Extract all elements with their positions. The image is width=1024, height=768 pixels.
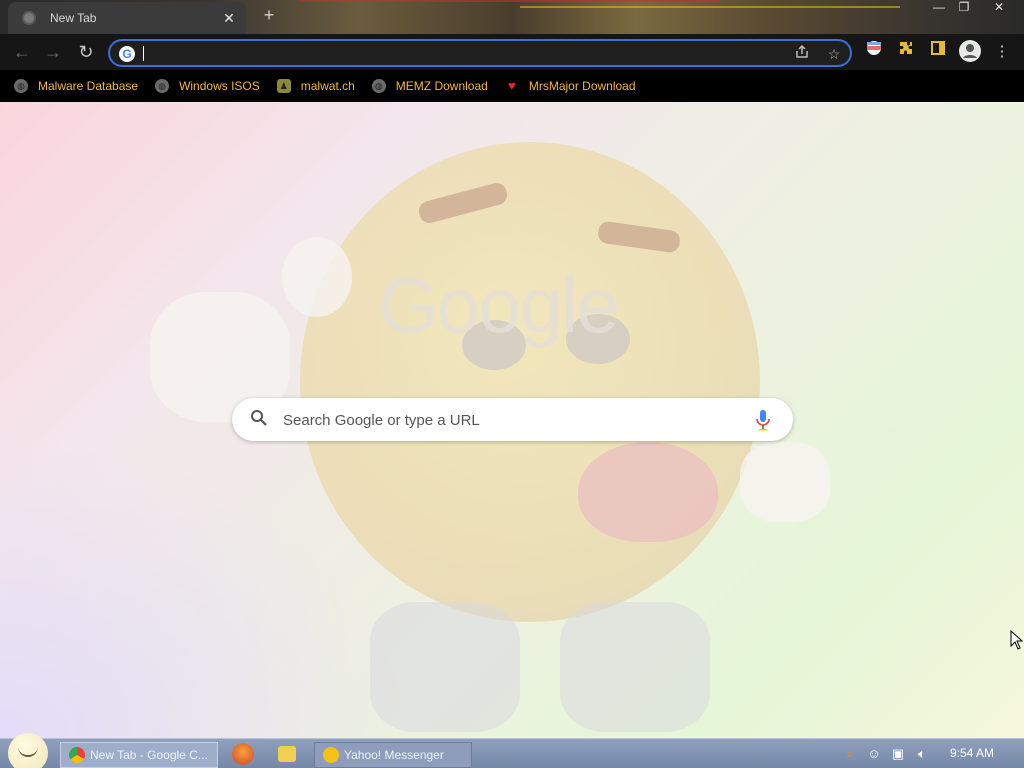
side-panel-icon[interactable] (926, 40, 950, 64)
network-icon[interactable]: ▣ (890, 746, 906, 762)
microphone-icon[interactable] (756, 409, 770, 431)
address-bar[interactable]: G ☆ (108, 39, 852, 67)
bookmark-windows-isos[interactable]: ◍ Windows ISOS (155, 79, 260, 93)
background-hand (740, 442, 830, 522)
search-icon (251, 410, 267, 426)
google-g-icon: G (119, 46, 135, 62)
taskbar-item-label: New Tab - Google C... (90, 748, 208, 762)
tab-new-tab[interactable]: New Tab ✕ (8, 2, 246, 34)
bookmark-mrsmajor-download[interactable]: ♥ MrsMajor Download (505, 78, 636, 94)
new-tab-button[interactable]: + (258, 5, 280, 26)
background-shoe (370, 602, 520, 732)
forward-button[interactable]: → (41, 40, 65, 64)
search-input[interactable] (283, 409, 743, 431)
taskbar-item-label: Yahoo! Messenger (344, 748, 444, 762)
taskbar: New Tab - Google C... Yahoo! Messenger ⌕… (0, 733, 1024, 768)
bookmark-label: MrsMajor Download (528, 79, 636, 93)
back-button[interactable]: ← (10, 40, 34, 64)
google-logo: Google (378, 261, 620, 349)
globe-icon: ◍ (155, 79, 170, 93)
chrome-tab-icon (22, 11, 36, 25)
reload-button[interactable]: ↻ (74, 40, 98, 64)
smiley-face-icon (18, 747, 38, 757)
yahoo-smiley-icon (323, 747, 339, 763)
volume-icon[interactable]: 🔈︎ (914, 746, 930, 762)
messenger-icon[interactable]: ☺ (866, 746, 882, 762)
system-tray: ⌕ ☺ ▣ 🔈︎ (838, 739, 1024, 768)
minimize-button[interactable]: — (928, 0, 950, 16)
bookmark-memz-download[interactable]: ◍ MEMZ Download (371, 79, 488, 93)
extensions-icon[interactable] (894, 40, 918, 64)
background-tongue (578, 442, 718, 542)
bookmark-label: Malware Database (38, 79, 139, 93)
bookmark-malwat-ch[interactable]: ♟ malwat.ch (276, 79, 355, 93)
browser-titlebar: New Tab ✕ + — ❐ ✕ (0, 0, 1024, 34)
firefox-icon[interactable] (232, 743, 254, 765)
bookmark-label: malwat.ch (300, 79, 355, 93)
globe-icon: ◍ (14, 79, 28, 93)
bookmark-malware-database[interactable]: ◍ Malware Database (14, 79, 138, 93)
share-icon[interactable] (792, 44, 812, 64)
heart-icon: ♥ (507, 78, 516, 93)
person-icon: ♟ (276, 79, 291, 93)
mouse-cursor-icon (1010, 630, 1024, 650)
close-window-button[interactable]: ✕ (988, 0, 1010, 16)
bookmark-label: MEMZ Download (395, 79, 488, 93)
bookmark-label: Windows ISOS (179, 79, 260, 93)
new-tab-page: Google (0, 102, 1024, 738)
globe-icon: ◍ (371, 79, 386, 93)
tab-close-icon[interactable]: ✕ (220, 10, 238, 27)
background-finger (282, 237, 352, 317)
search-icon[interactable]: ⌕ (842, 746, 858, 762)
background-shoe (560, 602, 710, 732)
menu-icon[interactable]: ⋮ (990, 40, 1014, 64)
browser-toolbar: ← → ↻ G ☆ ⋮ (0, 34, 1024, 70)
bookmarks-bar: ◍ Malware Database ◍ Windows ISOS ♟ malw… (0, 70, 1024, 102)
folder-icon[interactable] (278, 746, 296, 762)
tab-title: New Tab (50, 11, 97, 25)
text-caret (143, 46, 144, 61)
maximize-button[interactable]: ❐ (953, 0, 975, 16)
address-input[interactable] (146, 44, 746, 64)
taskbar-item-chrome[interactable]: New Tab - Google C... (60, 742, 218, 768)
start-button[interactable] (8, 733, 48, 768)
account-icon[interactable] (958, 40, 982, 64)
background-smiley-image (300, 142, 760, 622)
taskbar-clock[interactable]: 9:54 AM (950, 746, 994, 760)
background-scribble (520, 6, 900, 34)
search-box[interactable] (232, 398, 793, 441)
star-icon[interactable]: ☆ (824, 44, 844, 64)
chrome-icon (69, 747, 85, 763)
profile-avatar-badge-icon[interactable] (862, 40, 886, 64)
taskbar-item-yahoo-messenger[interactable]: Yahoo! Messenger (314, 742, 472, 768)
